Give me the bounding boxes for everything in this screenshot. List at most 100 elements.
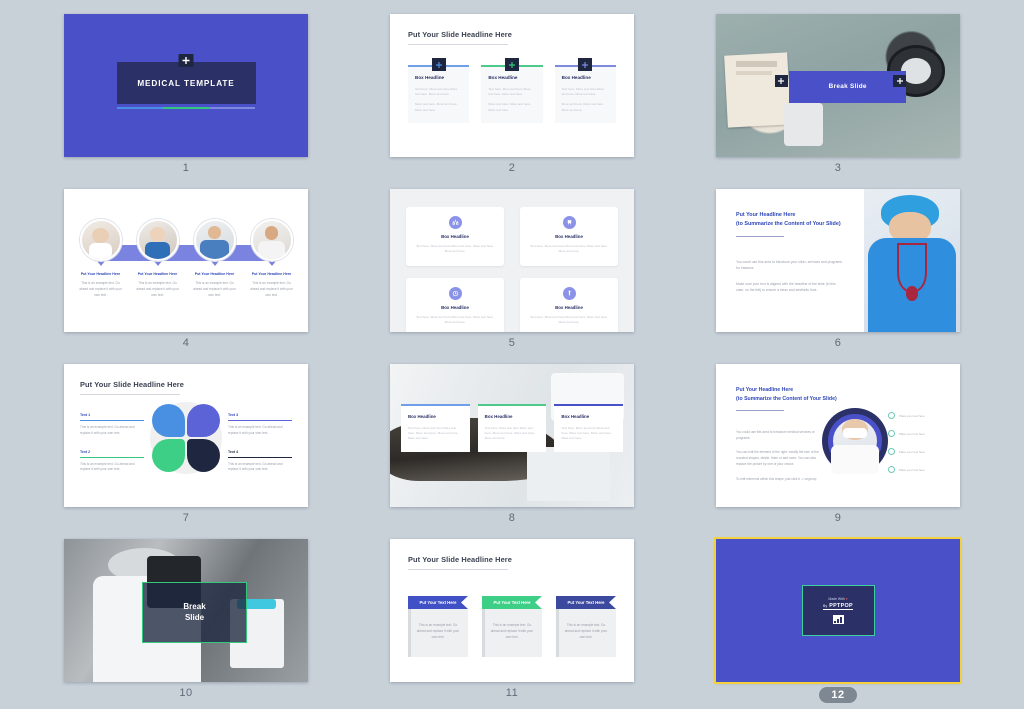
medical-cross-icon [504, 58, 519, 71]
medical-cross-icon-left [774, 75, 788, 88]
card-2: Box Headline Text here. More text here.M… [477, 404, 547, 452]
pointer [153, 261, 162, 266]
box-headline: Box Headline [408, 413, 436, 419]
item-rule [228, 420, 292, 421]
slide-cell-8: Box Headline Text here. More text here.M… [390, 364, 634, 539]
box-body: Text here. More text here.More text here… [416, 244, 494, 254]
paragraph-1: You could use this area to introduce you… [736, 259, 842, 271]
pointer [96, 261, 105, 266]
column-3: Put Your Text Here This is an example te… [556, 596, 616, 657]
headline-rule [408, 569, 508, 570]
paragraph-2: Make sure your text is aligned with the … [736, 281, 836, 293]
box-body: Text here. More text here.More text here… [415, 86, 458, 96]
accent-bars [116, 107, 256, 109]
slide-cell-12: Made With ♥ By PPTPOP 12 [714, 537, 962, 709]
syringe-icon [562, 286, 576, 300]
slide-thumbnail-9[interactable]: Put Your Headline Here (to Summarize the… [716, 364, 960, 507]
slide-thumbnail-12[interactable]: Made With ♥ By PPTPOP [714, 537, 962, 684]
person-3: Put Your Headline Here This is an exampl… [188, 219, 241, 298]
box-headline: Box Headline [561, 74, 591, 80]
slide-thumbnail-8[interactable]: Box Headline Text here. More text here.M… [390, 364, 634, 507]
slide-thumbnail-5[interactable]: Box Headline Text here. More text here.M… [390, 189, 634, 332]
card: Box Headline Text here. More text here.M… [408, 66, 470, 124]
box-headline: Box Headline [441, 234, 469, 239]
petal-diagram [150, 402, 222, 475]
box-headline: Box Headline [561, 413, 590, 419]
medical-cross-icon [178, 54, 194, 67]
slide-number-4: 4 [182, 337, 190, 349]
person-body: This is an example text. Go ahead and re… [136, 281, 179, 297]
people-row: Put Your Headline Here This is an exampl… [74, 219, 298, 298]
banner-text: Break Slide [183, 601, 206, 622]
item-body: This is an example text. Go ahead and re… [228, 425, 283, 435]
item-2: Text 2 This is an example text. Go ahead… [80, 450, 144, 474]
body-box: This is an example text. Go ahead and re… [482, 609, 542, 657]
slide-cell-5: Box Headline Text here. More text here.M… [390, 189, 634, 364]
paragraph-1: You could use this area to introduce med… [736, 430, 815, 441]
right-column: Text 3 This is an example text. Go ahead… [228, 413, 292, 486]
slide-headline: Put Your Slide Headline Here [408, 555, 512, 564]
pointer [210, 261, 219, 266]
slide-thumbnail-3[interactable]: Break Slide [716, 14, 960, 157]
slide-cell-7: Put Your Slide Headline Here Text 1 This… [64, 364, 308, 539]
slide-thumbnail-4[interactable]: Put Your Headline Here This is an exampl… [64, 189, 308, 332]
item-body: This is an example text. Go ahead and re… [80, 461, 135, 472]
paragraph-2: You can edit the element of the right: m… [736, 450, 819, 467]
body-text: This is an example text. Go ahead and re… [564, 623, 608, 639]
item-1: Text 1 This is an example text. Go ahead… [80, 413, 144, 437]
ribbon-text: Put Your Text Here [567, 600, 605, 605]
slide-headline: Put Your Slide Headline Here [80, 380, 184, 389]
slide-thumbnail-11[interactable]: Put Your Slide Headline Here Put Your Te… [390, 539, 634, 682]
slide-thumbnail-10[interactable]: Break Slide [64, 539, 308, 682]
card-1: Box Headline Text here. More text here.M… [401, 404, 470, 452]
slide-thumbnail-2[interactable]: Put Your Slide Headline Here Box Headlin… [390, 14, 634, 157]
medical-cross-icon [431, 58, 446, 71]
headline-rule [736, 235, 784, 237]
slide-thumbnail-7[interactable]: Put Your Slide Headline Here Text 1 This… [64, 364, 308, 507]
box-body-2: More text here. More text here. More tex… [488, 102, 531, 112]
slide-cell-6: Put Your Headline Here (to Summarize the… [716, 189, 960, 364]
slide-number-7: 7 [182, 512, 190, 524]
box-body: Text here. More text here.More text here… [530, 244, 608, 254]
body-text: This is an example text. Go ahead and re… [490, 623, 534, 639]
person-body: This is an example text. Go ahead and re… [79, 281, 122, 297]
slide-thumbnail-6[interactable]: Put Your Headline Here (to Summarize the… [716, 189, 960, 332]
slide-number-2: 2 [508, 162, 516, 174]
person-headline: Put Your Headline Here [80, 272, 121, 276]
slide-number-8: 8 [508, 512, 516, 524]
slide-thumbnail-grid: MEDICAL TEMPLATE 1 Put Your Slide Headli… [0, 0, 1024, 709]
box-body-2: More text here. More text here. More tex… [561, 102, 605, 112]
box-body: Text here. More text here.More text here… [530, 314, 608, 325]
title-box: MEDICAL TEMPLATE [116, 62, 256, 104]
slide-cell-1: MEDICAL TEMPLATE 1 [64, 14, 308, 189]
item-label: Text 3 [228, 413, 239, 417]
slide-cell-9: Put Your Headline Here (to Summarize the… [716, 364, 960, 539]
box-body: Text here. More text here.More text here… [561, 425, 612, 441]
heart-icon: ♥ [845, 597, 848, 601]
card-4: Box Headline Text here. More text here.M… [520, 277, 618, 332]
card: Box Headline Text here. More text here.M… [554, 66, 616, 124]
slide-cell-4: Put Your Headline Here This is an exampl… [64, 189, 308, 364]
box-headline: Box Headline [415, 74, 445, 80]
avatar [250, 219, 293, 261]
slide-title: MEDICAL TEMPLATE [137, 78, 235, 88]
person-headline: Put Your Headline Here [251, 272, 292, 276]
slide-number-12: 12 [716, 687, 960, 703]
callout-1: Place your text here [888, 412, 954, 419]
slide-thumbnail-1[interactable]: MEDICAL TEMPLATE [64, 14, 308, 157]
person-4: Put Your Headline Here This is an exampl… [245, 219, 298, 298]
box-body-2: More text here. More text here. More tex… [415, 102, 458, 112]
item-rule [80, 456, 144, 458]
pointer [267, 261, 276, 266]
headline-line-1: Put Your Headline Here [736, 387, 794, 393]
body-text: This is an example text. Go ahead and re… [416, 623, 460, 639]
medical-cross-icon-right [893, 75, 907, 88]
card-2: Box Headline Text here. More text here.M… [520, 207, 618, 266]
made-with-label: Made With ♥ [828, 597, 848, 601]
circle-photo-ring [822, 408, 888, 474]
box-headline: Box Headline [555, 234, 583, 239]
title-block: MEDICAL TEMPLATE [116, 54, 256, 109]
person-2: Put Your Headline Here This is an exampl… [131, 219, 184, 298]
brand-label: By PPTPOP [823, 603, 853, 610]
card: Box Headline Text here. More text here.M… [481, 66, 543, 124]
